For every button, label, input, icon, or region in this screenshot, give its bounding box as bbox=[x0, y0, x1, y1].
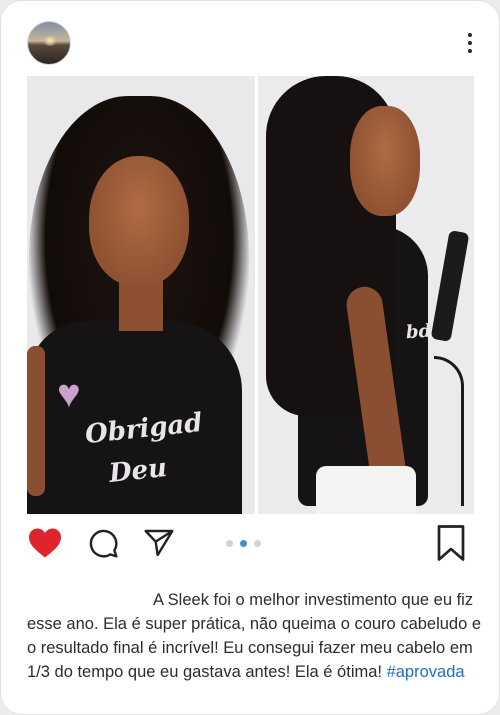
post-media[interactable]: ♥ Obrigad Deu bda bbox=[27, 76, 474, 514]
more-options-icon[interactable] bbox=[459, 29, 481, 57]
flat-iron bbox=[430, 230, 470, 342]
hashtag-link[interactable]: #aprovada bbox=[387, 663, 465, 681]
shirt-heart-icon: ♥ bbox=[57, 372, 81, 416]
photo-before: ♥ Obrigad Deu bbox=[27, 76, 255, 514]
bookmark-icon[interactable] bbox=[431, 523, 471, 563]
action-bar bbox=[1, 521, 500, 566]
avatar[interactable] bbox=[27, 21, 71, 65]
heart-icon[interactable] bbox=[25, 523, 65, 563]
comment-icon[interactable] bbox=[83, 523, 123, 563]
share-icon[interactable] bbox=[139, 523, 179, 563]
carousel-indicator bbox=[226, 540, 261, 547]
photo-after: bda bbox=[258, 76, 474, 514]
carousel-dot[interactable] bbox=[254, 540, 261, 547]
shirt-text: Deu bbox=[107, 453, 169, 489]
carousel-dot-active[interactable] bbox=[240, 540, 247, 547]
carousel-dot[interactable] bbox=[226, 540, 233, 547]
post-caption: A Sleek foi o melhor investimento que eu… bbox=[27, 588, 483, 684]
post-card: ♥ Obrigad Deu bda A Sleek foi o melhor i… bbox=[0, 0, 500, 715]
